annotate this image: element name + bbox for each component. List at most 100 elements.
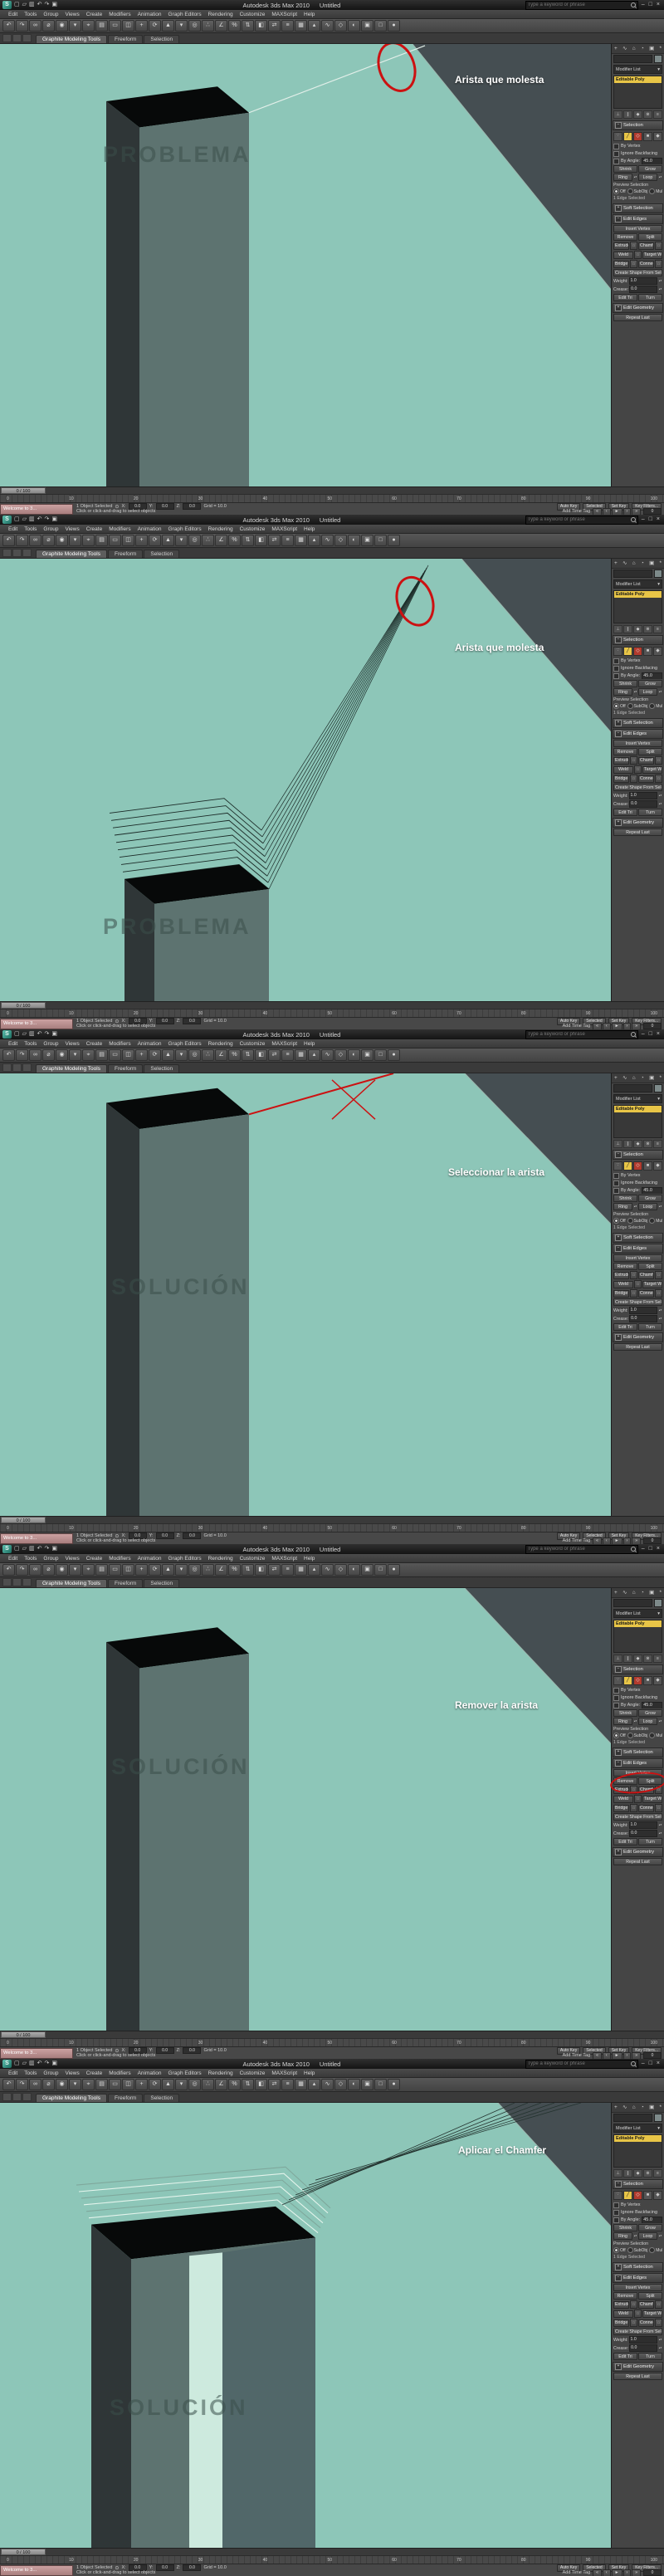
bridge-button[interactable]: Bridge xyxy=(613,775,629,783)
rendered-frame-window-icon[interactable]: □ xyxy=(374,535,387,546)
rollout-edit-edges-header[interactable]: − Edit Edges xyxy=(613,1758,663,1768)
configure-modifier-sets-icon[interactable]: ≡ xyxy=(653,625,662,633)
render-production-icon[interactable]: ● xyxy=(388,20,400,32)
by-angle-field[interactable]: 45.0 xyxy=(642,1187,662,1194)
modifier-list-dropdown[interactable]: Modifier List ▾ xyxy=(613,2124,662,2133)
grow-button[interactable]: Grow xyxy=(638,165,662,173)
element-mode-icon[interactable]: ◆ xyxy=(653,1676,662,1685)
weld-settings-button[interactable]: □ xyxy=(634,1280,642,1288)
preview-option[interactable]: Off xyxy=(613,1733,626,1738)
ring-spinner[interactable]: ▴▾ xyxy=(633,175,637,178)
weight-spinner[interactable]: ▴▾ xyxy=(658,1823,662,1826)
radio-icon[interactable] xyxy=(627,703,633,709)
preview-option[interactable]: Off xyxy=(613,188,626,194)
menu-item[interactable]: Edit xyxy=(5,2070,21,2076)
modifier-stack[interactable]: Editable Poly xyxy=(613,590,662,623)
ribbon-tab[interactable]: Selection xyxy=(144,1579,180,1587)
ignore-backfacing-checkbox[interactable] xyxy=(613,150,619,157)
preview-option[interactable]: Multi xyxy=(649,188,662,194)
create-shape-button[interactable]: Create Shape From Selection xyxy=(613,2328,662,2335)
max-logo-icon[interactable]: S xyxy=(2,2060,12,2068)
by-vertex-checkbox-row[interactable]: By Vertex xyxy=(613,657,662,664)
selection-tools-icon[interactable] xyxy=(22,2093,32,2101)
ring-spinner[interactable]: ▴▾ xyxy=(633,1205,637,1208)
weight-field[interactable]: 1.0 xyxy=(628,1821,657,1829)
rendered-frame-window-icon[interactable]: □ xyxy=(374,1564,387,1576)
time-slider-handle[interactable]: 0 / 100 xyxy=(1,1517,46,1523)
chamfer-settings-button[interactable]: □ xyxy=(655,756,662,765)
render-setup-icon[interactable]: ▣ xyxy=(361,535,374,546)
undo-icon[interactable]: ↶ xyxy=(37,1030,43,1039)
ignore-backfacing-checkbox-row[interactable]: Ignore Backfacing xyxy=(613,2209,662,2216)
select-and-scale-icon[interactable]: ▲ xyxy=(162,2079,174,2090)
bridge-button[interactable]: Bridge xyxy=(613,1289,629,1298)
ring-button[interactable]: Ring xyxy=(613,174,632,181)
select-and-link-icon[interactable]: ∞ xyxy=(29,1049,42,1061)
hierarchy-tab[interactable]: ⌂ xyxy=(632,45,636,53)
menu-item[interactable]: Edit xyxy=(5,1556,21,1562)
weight-field[interactable]: 1.0 xyxy=(628,1307,657,1314)
object-name-field[interactable] xyxy=(613,55,652,63)
select-by-name-icon[interactable]: ▤ xyxy=(95,2079,108,2090)
material-editor-icon[interactable]: ◐ xyxy=(348,1564,360,1576)
welcome-window[interactable]: Welcome to 3... xyxy=(0,1019,73,1029)
material-editor-icon[interactable]: ◐ xyxy=(348,2079,360,2090)
remove-modifier-icon[interactable]: ⊗ xyxy=(643,110,652,119)
radio-icon[interactable] xyxy=(613,188,619,194)
use-pivot-point-icon[interactable]: ◎ xyxy=(188,535,201,546)
percent-snap-icon[interactable]: % xyxy=(228,1564,241,1576)
rollout-edit-edges-header[interactable]: − Edit Edges xyxy=(613,1244,663,1254)
ignore-backfacing-checkbox-row[interactable]: Ignore Backfacing xyxy=(613,665,662,672)
loop-button[interactable]: Loop xyxy=(638,1203,657,1210)
by-angle-checkbox[interactable] xyxy=(613,158,619,164)
select-and-move-icon[interactable]: + xyxy=(135,20,148,32)
bind-to-space-warp-icon[interactable]: ◉ xyxy=(56,535,68,546)
menu-item[interactable]: Views xyxy=(61,2070,82,2076)
menu-item[interactable]: Customize xyxy=(237,2070,269,2076)
polygon-mode-icon[interactable]: ■ xyxy=(643,647,652,656)
time-slider-track[interactable]: 0 / 100 xyxy=(0,2548,664,2555)
go-to-start-icon[interactable]: « xyxy=(593,1022,602,1029)
by-vertex-checkbox[interactable] xyxy=(613,143,619,149)
play-icon[interactable]: ► xyxy=(611,2051,622,2059)
previous-frame-icon[interactable]: ‹ xyxy=(602,1537,611,1544)
weight-spinner[interactable]: ▴▾ xyxy=(658,279,662,282)
turn-button[interactable]: Turn xyxy=(638,1323,662,1331)
menu-item[interactable]: Modifiers xyxy=(105,12,134,17)
play-icon[interactable]: ► xyxy=(611,507,622,515)
menu-item[interactable]: Views xyxy=(61,1556,82,1562)
by-angle-checkbox-row[interactable]: By Angle: 45.0 xyxy=(613,2217,662,2223)
polygon-modeling-icon[interactable] xyxy=(2,2093,12,2101)
weight-spinner[interactable]: ▴▾ xyxy=(658,794,662,797)
save-file-icon[interactable]: ▥ xyxy=(28,2060,36,2068)
shrink-button[interactable]: Shrink xyxy=(613,1709,637,1717)
rollout-edit-geometry-header[interactable]: + Edit Geometry xyxy=(613,1847,663,1857)
search-icon[interactable] xyxy=(630,1032,636,1037)
mirror-icon[interactable]: ⇄ xyxy=(268,2079,281,2090)
open-file-icon[interactable]: ▱ xyxy=(22,1545,27,1553)
help-search-input[interactable] xyxy=(527,1032,629,1037)
extrude-button[interactable]: Extrude xyxy=(613,2300,629,2309)
open-file-icon[interactable]: ▱ xyxy=(22,516,27,524)
undo-icon[interactable]: ↶ xyxy=(2,535,15,546)
crease-field[interactable]: 0.0 xyxy=(629,1830,657,1837)
rectangular-selection-region-icon[interactable]: ▭ xyxy=(109,1049,121,1061)
bind-to-space-warp-icon[interactable]: ◉ xyxy=(56,20,68,32)
reference-coordinate-dropdown[interactable]: ▾ xyxy=(175,2079,188,2090)
snap-toggle-icon[interactable]: ∴ xyxy=(202,535,214,546)
angle-snap-icon[interactable]: ∠ xyxy=(215,1564,227,1576)
minimize-button[interactable]: – xyxy=(640,2060,647,2068)
modify-tab[interactable]: ∿ xyxy=(622,45,627,53)
weld-settings-button[interactable]: □ xyxy=(634,765,642,774)
track-bar[interactable]: 0 10 20 30 40 50 60 70 80 90 100 xyxy=(0,494,664,502)
chamfer-button[interactable]: Chamfer xyxy=(638,1271,654,1279)
select-and-rotate-icon[interactable]: ⟳ xyxy=(149,1564,161,1576)
ring-button[interactable]: Ring xyxy=(613,1203,632,1210)
reference-coordinate-dropdown[interactable]: ▾ xyxy=(175,20,188,32)
radio-icon[interactable] xyxy=(627,1218,633,1224)
window-crossing-toggle-icon[interactable]: ◫ xyxy=(122,1049,134,1061)
hierarchy-tab[interactable]: ⌂ xyxy=(632,2104,636,2112)
remove-modifier-icon[interactable]: ⊗ xyxy=(643,1140,652,1148)
help-search-box[interactable] xyxy=(525,1029,638,1039)
render-production-icon[interactable]: ● xyxy=(388,1564,400,1576)
